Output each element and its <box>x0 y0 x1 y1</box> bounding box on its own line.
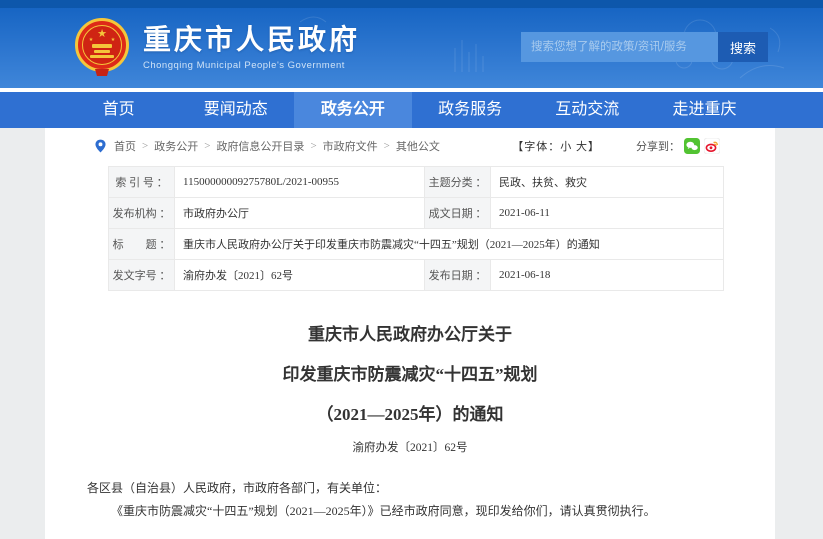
document-number: 渝府办发〔2021〕62号 <box>87 439 733 455</box>
location-pin-icon <box>95 139 106 153</box>
svg-text:★: ★ <box>111 37 116 43</box>
main-nav: 首页 要闻动态 政务公开 政务服务 互动交流 走进重庆 <box>0 92 823 128</box>
svg-text:★: ★ <box>89 37 94 43</box>
site-title: 重庆市人民政府 <box>143 24 360 56</box>
index-number-value: 11500000009275780L/2021-00955 <box>175 167 425 198</box>
written-date-value: 2021-06-11 <box>491 198 724 229</box>
breadcrumb-item-disclosure[interactable]: 政务公开 <box>154 138 198 154</box>
breadcrumb-separator: > <box>310 140 316 152</box>
content-card: 首页 > 政务公开 > 政府信息公开目录 > 市政府文件 > 其他公文 【字体：… <box>45 128 775 539</box>
document-title: 重庆市人民政府办公厅关于 印发重庆市防震减灾“十四五”规划 （2021—2025… <box>87 315 733 435</box>
breadcrumb-separator: > <box>384 140 390 152</box>
doc-number-value: 渝府办发〔2021〕62号 <box>175 260 425 291</box>
brand: ★ ★ ★ 重庆市人民政府 Chongqing Municipal People… <box>75 18 360 76</box>
salutation: 各区县（自治县）人民政府，市政府各部门，有关单位： <box>87 477 733 500</box>
site-header: ★ ★ ★ 重庆市人民政府 Chongqing Municipal People… <box>0 8 823 88</box>
breadcrumb-separator: > <box>204 140 210 152</box>
breadcrumb-item-city-docs[interactable]: 市政府文件 <box>323 138 378 154</box>
font-smaller-button[interactable]: 小 <box>560 141 572 153</box>
table-row: 发文字号 ： 渝府办发〔2021〕62号 发布日期 ： 2021-06-18 <box>109 260 724 291</box>
nav-item-gov-disclosure[interactable]: 政务公开 <box>294 92 411 128</box>
document-title-line1: 重庆市人民政府办公厅关于 <box>87 315 733 355</box>
document-content: 重庆市人民政府办公厅关于 印发重庆市防震减灾“十四五”规划 （2021—2025… <box>45 315 775 539</box>
publish-date-value: 2021-06-18 <box>491 260 724 291</box>
title-value: 重庆市人民政府办公厅关于印发重庆市防震减灾“十四五”规划（2021—2025年）… <box>175 229 724 260</box>
title-label: 标 题 ： <box>109 229 175 260</box>
font-size-control: 【字体：小 大】 <box>512 138 600 154</box>
breadcrumb-separator: > <box>142 140 148 152</box>
wechat-share-icon[interactable] <box>684 138 700 154</box>
document-meta-table: 索 引 号 ： 11500000009275780L/2021-00955 主题… <box>108 166 724 291</box>
table-row: 发布机构 ： 市政府办公厅 成文日期 ： 2021-06-11 <box>109 198 724 229</box>
nav-item-about-chongqing[interactable]: 走进重庆 <box>646 92 763 128</box>
search-input[interactable] <box>521 32 718 62</box>
topic-value: 民政、扶贫、救灾 <box>491 167 724 198</box>
search-button[interactable]: 搜索 <box>718 32 768 62</box>
breadcrumb-item-home[interactable]: 首页 <box>114 138 136 154</box>
nav-item-interaction[interactable]: 互动交流 <box>529 92 646 128</box>
breadcrumb-item-directory[interactable]: 政府信息公开目录 <box>216 138 304 154</box>
site-subtitle: Chongqing Municipal People's Government <box>143 60 360 71</box>
issuer-label: 发布机构 ： <box>109 198 175 229</box>
weibo-share-icon[interactable] <box>704 138 720 154</box>
body-paragraph: 《重庆市防震减灾“十四五”规划（2021—2025年）》已经市政府同意，现印发给… <box>87 500 733 523</box>
table-row: 标 题 ： 重庆市人民政府办公厅关于印发重庆市防震减灾“十四五”规划（2021—… <box>109 229 724 260</box>
share-label: 分享到： <box>636 138 680 154</box>
font-label-close: 】 <box>588 141 600 153</box>
nav-item-gov-services[interactable]: 政务服务 <box>412 92 529 128</box>
nav-item-news[interactable]: 要闻动态 <box>177 92 294 128</box>
breadcrumb-item-other-docs[interactable]: 其他公文 <box>396 138 440 154</box>
written-date-label: 成文日期 ： <box>425 198 491 229</box>
document-title-line2: 印发重庆市防震减灾“十四五”规划 <box>87 355 733 395</box>
national-emblem-icon: ★ ★ ★ <box>75 18 129 76</box>
publish-date-label: 发布日期 ： <box>425 260 491 291</box>
table-row: 索 引 号 ： 11500000009275780L/2021-00955 主题… <box>109 167 724 198</box>
font-label: 【字体： <box>512 141 560 153</box>
font-larger-button[interactable]: 大 <box>576 141 588 153</box>
index-number-label: 索 引 号 ： <box>109 167 175 198</box>
svg-text:★: ★ <box>97 28 107 40</box>
top-strip <box>0 0 823 8</box>
nav-item-home[interactable]: 首页 <box>60 92 177 128</box>
breadcrumb-row: 首页 > 政务公开 > 政府信息公开目录 > 市政府文件 > 其他公文 【字体：… <box>45 128 775 160</box>
search-bar: 搜索 <box>521 32 768 62</box>
topic-label: 主题分类 ： <box>425 167 491 198</box>
doc-number-label: 发文字号 ： <box>109 260 175 291</box>
issuer-value: 市政府办公厅 <box>175 198 425 229</box>
document-title-line3: （2021—2025年）的通知 <box>87 395 733 435</box>
page-tools: 【字体：小 大】 分享到： <box>512 138 720 154</box>
breadcrumb: 首页 > 政务公开 > 政府信息公开目录 > 市政府文件 > 其他公文 <box>95 138 440 154</box>
